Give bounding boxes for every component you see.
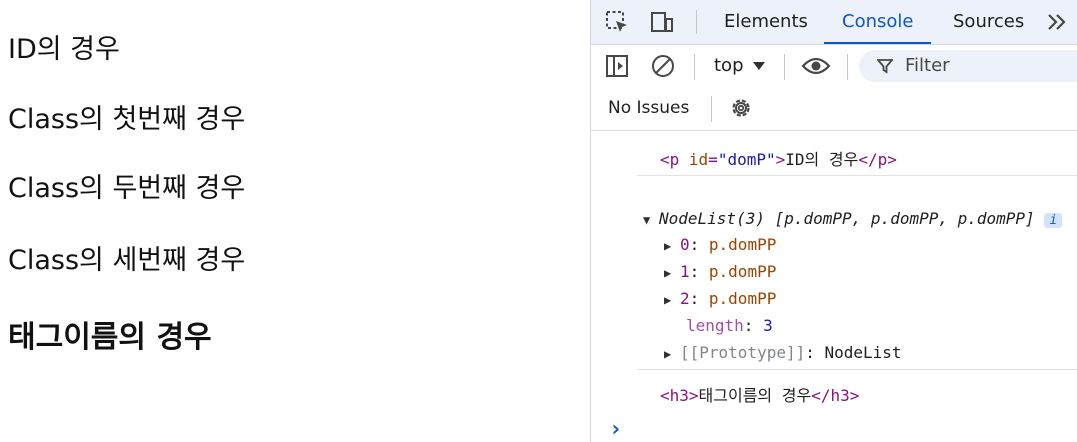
filter-icon [877,59,893,74]
tab-sources[interactable]: Sources [953,0,1024,44]
id-paragraph: ID의 경우 [8,34,120,65]
settings-gear-icon[interactable] [727,94,755,122]
context-label: top [714,55,744,76]
nodelist-prototype[interactable]: ▶ [[Prototype]]: NodeList [664,343,902,362]
collapsed-triangle-icon: ▶ [664,347,672,361]
nodelist-summary[interactable]: ▼ NodeList(3) [p.domPP, p.domPP, p.domPP]… [643,209,1063,228]
tab-elements[interactable]: Elements [724,0,808,44]
entry-divider-2 [637,369,1077,370]
devtools-panel: Elements Console Sources top Filter No I… [590,0,1077,442]
toolbar-divider-2 [784,54,785,80]
web-page: ID의 경우 Class의 첫번째 경우 Class의 두번째 경우 Class… [0,0,590,442]
collapsed-triangle-icon: ▶ [664,293,672,307]
console-prompt-icon[interactable]: › [609,417,622,442]
tabbar-divider [696,10,697,34]
console-toolbar: top Filter [591,45,1077,88]
expanded-triangle-icon: ▼ [643,213,651,227]
class-paragraph-3: Class의 세번째 경우 [8,245,246,276]
issues-bar: No Issues [591,88,1077,131]
filter-input[interactable]: Filter [859,50,1077,82]
live-expression-eye-icon[interactable] [800,52,832,80]
dropdown-arrow-icon [752,61,765,70]
nodelist-item-0[interactable]: ▶ 0: p.domPP [664,235,776,254]
console-entry-p[interactable]: <p id="domP">ID의 경우</p> [660,146,897,170]
collapsed-triangle-icon: ▶ [664,266,672,280]
issues-divider [711,96,712,122]
clear-console-icon[interactable] [649,52,677,80]
devtools-tabbar: Elements Console Sources [591,0,1077,45]
console-entry-h3[interactable]: <h3>태그이름의 경우</h3> [660,382,859,406]
nodelist-item-1[interactable]: ▶ 1: p.domPP [664,262,776,281]
tag-heading: 태그이름의 경우 [8,320,212,355]
toolbar-divider-3 [847,54,848,80]
entry-divider [637,175,1077,176]
collapsed-triangle-icon: ▶ [664,239,672,253]
nodelist-length: length: 3 [686,316,773,335]
console-output: <p id="domP">ID의 경우</p> ▼ NodeList(3) [p.… [591,131,1077,442]
issues-label[interactable]: No Issues [608,98,689,118]
info-badge[interactable]: i [1044,213,1063,228]
more-tabs-icon[interactable] [1042,8,1072,36]
filter-placeholder: Filter [905,55,950,76]
sidebar-toggle-icon[interactable] [603,52,631,80]
context-selector[interactable]: top [714,55,766,76]
inspect-element-icon[interactable] [603,8,631,36]
class-paragraph-1: Class의 첫번째 경우 [8,104,246,135]
nodelist-item-2[interactable]: ▶ 2: p.domPP [664,289,776,308]
device-toolbar-icon[interactable] [648,8,676,36]
tab-console[interactable]: Console [823,0,933,44]
toolbar-divider [694,54,695,80]
class-paragraph-2: Class의 두번째 경우 [8,173,246,204]
